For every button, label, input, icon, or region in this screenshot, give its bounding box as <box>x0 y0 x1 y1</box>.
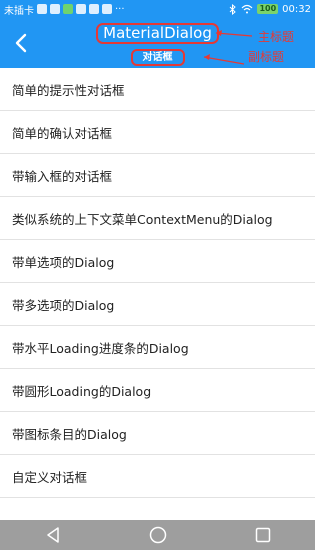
wifi-icon <box>242 4 253 14</box>
status-right: 100 00:32 <box>229 3 311 15</box>
clock: 00:32 <box>282 3 311 15</box>
bluetooth-icon <box>230 3 237 15</box>
nav-back-button[interactable] <box>33 523 73 547</box>
nav-home-button[interactable] <box>138 523 178 547</box>
image-icon <box>89 4 99 14</box>
notification-icon <box>37 4 47 14</box>
nav-back-icon <box>46 527 59 543</box>
status-bar: 未插卡 ··· 100 00:32 <box>0 0 315 18</box>
carrier-text: 未插卡 <box>4 5 34 17</box>
list-item[interactable]: 简单的提示性对话框 <box>0 68 315 111</box>
list-item[interactable]: 带多选项的Dialog <box>0 283 315 326</box>
list-item[interactable]: 带输入框的对话框 <box>0 154 315 197</box>
page-subtitle: 对话框 <box>130 49 185 66</box>
nav-recents-icon <box>255 527 270 543</box>
list-item[interactable]: 带圆形Loading的Dialog <box>0 369 315 412</box>
list-item[interactable]: 带水平Loading进度条的Dialog <box>0 326 315 369</box>
subtitle-annotation: 副标题 <box>248 50 285 64</box>
battery-indicator: 100 <box>257 4 279 14</box>
system-nav-bar <box>0 520 315 550</box>
list-item[interactable]: 简单的确认对话框 <box>0 111 315 154</box>
list-item[interactable]: 类似系统的上下文菜单ContextMenu的Dialog <box>0 197 315 240</box>
notification-icon <box>63 4 73 14</box>
list-item[interactable]: 自定义对话框 <box>0 455 315 498</box>
main-title-annotation: 主标题 <box>258 30 295 44</box>
status-left: 未插卡 ··· <box>4 2 125 17</box>
list-item[interactable]: 带单选项的Dialog <box>0 240 315 283</box>
page-title: MaterialDialog <box>96 23 219 44</box>
nav-recents-button[interactable] <box>243 523 283 547</box>
more-notifications: ··· <box>115 3 125 15</box>
nav-home-icon <box>149 526 166 544</box>
notification-icon <box>50 4 60 14</box>
list-item[interactable]: 带图标条目的Dialog <box>0 412 315 455</box>
dialog-options-list: 简单的提示性对话框 简单的确认对话框 带输入框的对话框 类似系统的上下文菜单Co… <box>0 68 315 498</box>
image-icon <box>76 4 86 14</box>
message-icon <box>102 4 112 14</box>
